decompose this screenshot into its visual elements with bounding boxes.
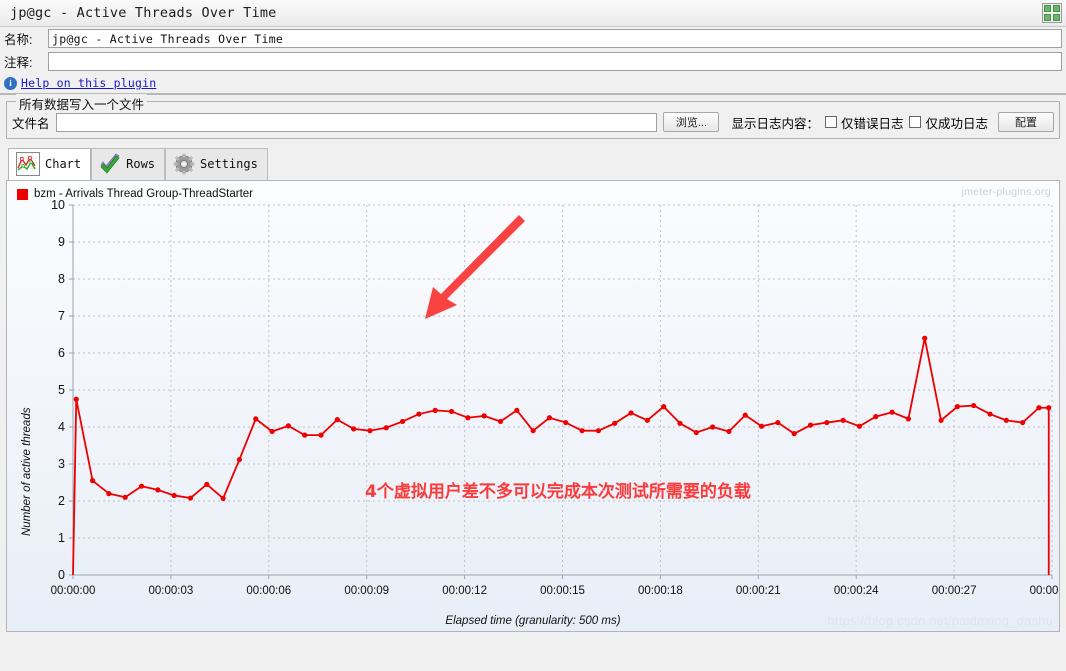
watermark-jmeter-plugins: jmeter-plugins.org — [961, 186, 1051, 198]
gear-icon — [173, 153, 195, 175]
name-input[interactable]: jp@gc - Active Threads Over Time — [48, 29, 1062, 48]
svg-text:3: 3 — [58, 457, 65, 471]
svg-text:00:00:00: 00:00:00 — [51, 585, 96, 597]
svg-text:9: 9 — [58, 235, 65, 249]
write-all-data-panel: 所有数据写入一个文件 文件名 浏览... 显示日志内容： 仅错误日志 仅成功日志… — [6, 94, 1060, 139]
svg-text:5: 5 — [58, 383, 65, 397]
svg-text:0: 0 — [58, 568, 65, 582]
tab-chart[interactable]: Chart — [8, 148, 92, 180]
name-row: 名称: jp@gc - Active Threads Over Time — [0, 27, 1066, 50]
svg-text:10: 10 — [51, 198, 65, 212]
filename-label: 文件名 — [12, 116, 50, 131]
filename-input[interactable] — [55, 112, 658, 132]
log-content-label: 显示日志内容： — [731, 116, 819, 131]
svg-text:6: 6 — [58, 346, 65, 360]
svg-text:00:00:06: 00:00:06 — [246, 585, 291, 597]
active-threads-chart: 0 1 2 3 4 5 6 7 8 9 10 00:00:00 00:00:03 00:00:06 00:0… — [7, 181, 1059, 631]
help-row: i Help on this plugin — [0, 73, 1066, 94]
tab-settings-label: Settings — [200, 157, 258, 171]
svg-text:00:00:03: 00:00:03 — [149, 585, 194, 597]
file-panel-legend: 所有数据写入一个文件 — [16, 94, 148, 113]
comment-label: 注释: — [4, 56, 33, 70]
window-title-bar: jp@gc - Active Threads Over Time — [0, 0, 1066, 27]
comment-row: 注释: — [0, 50, 1066, 73]
tab-rows[interactable]: Rows — [91, 148, 166, 180]
browse-button[interactable]: 浏览... — [663, 112, 720, 132]
annotation-text: 4个虚拟用户差不多可以完成本次测试所需要的负载 — [365, 482, 751, 502]
help-on-this-plugin-link[interactable]: Help on this plugin — [21, 76, 156, 90]
svg-text:4: 4 — [58, 420, 65, 434]
errors-only-checkbox[interactable]: 仅错误日志 — [824, 113, 904, 132]
success-only-checkbox[interactable]: 仅成功日志 — [909, 113, 988, 132]
line-chart-icon — [16, 152, 40, 176]
svg-text:00:00:15: 00:00:15 — [540, 585, 585, 597]
tab-chart-label: Chart — [45, 157, 82, 171]
legend-color-swatch — [17, 188, 28, 200]
configure-button[interactable]: 配置 — [998, 112, 1054, 132]
green-check-icon — [99, 153, 121, 175]
svg-text:00:00:09: 00:00:09 — [344, 585, 389, 597]
tab-settings[interactable]: Settings — [165, 148, 268, 180]
comment-input[interactable] — [48, 52, 1062, 71]
chart-legend: bzm - Arrivals Thread Group-ThreadStarte… — [17, 188, 253, 200]
svg-text:00:00:24: 00:00:24 — [834, 585, 879, 597]
tab-bar: Chart Rows Settings — [8, 147, 1066, 180]
info-icon: i — [4, 76, 17, 90]
window-title: jp@gc - Active Threads Over Time — [10, 5, 277, 21]
tab-rows-label: Rows — [126, 157, 156, 171]
puzzle-icon[interactable] — [1042, 3, 1062, 23]
name-label: 名称: — [4, 33, 33, 47]
errors-only-label: 仅错误日志 — [840, 116, 904, 131]
svg-text:00:00:18: 00:00:18 — [638, 585, 683, 597]
svg-text:00:00:12: 00:00:12 — [442, 585, 487, 597]
chart-panel[interactable]: 0 1 2 3 4 5 6 7 8 9 10 00:00:00 00:00:03 00:00:06 00:0… — [6, 180, 1060, 632]
plugin-form: 名称: jp@gc - Active Threads Over Time 注释:… — [0, 27, 1066, 95]
success-only-label: 仅成功日志 — [925, 116, 988, 131]
y-axis-title: Number of active threads — [21, 407, 33, 536]
svg-text:00:00:30: 00:00:30 — [1030, 585, 1059, 597]
svg-text:8: 8 — [58, 272, 65, 286]
svg-text:1: 1 — [58, 531, 65, 545]
file-row: 文件名 浏览... 显示日志内容： 仅错误日志 仅成功日志 配置 — [12, 112, 1054, 132]
checkbox-box-success[interactable] — [909, 116, 922, 128]
x-axis-title: Elapsed time (granularity: 500 ms) — [445, 615, 621, 627]
svg-text:2: 2 — [58, 494, 65, 508]
svg-text:00:00:21: 00:00:21 — [736, 585, 781, 597]
legend-label: bzm - Arrivals Thread Group-ThreadStarte… — [34, 188, 254, 200]
svg-text:00:00:27: 00:00:27 — [932, 585, 977, 597]
svg-text:7: 7 — [58, 309, 65, 323]
checkbox-box-errors[interactable] — [824, 116, 837, 128]
